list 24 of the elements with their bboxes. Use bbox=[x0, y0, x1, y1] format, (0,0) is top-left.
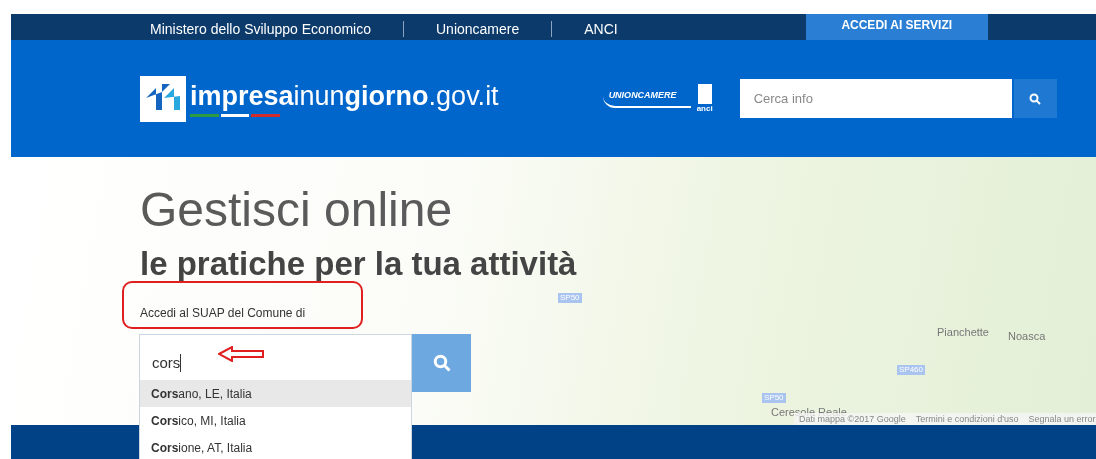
site-logo-text: impresainungiorno.gov.it bbox=[190, 80, 499, 112]
map-road-label: SP50 bbox=[762, 393, 786, 403]
map-road-label: SP50 bbox=[558, 293, 582, 303]
search-icon bbox=[1029, 92, 1042, 105]
map-place-label: Pianchette bbox=[937, 326, 989, 338]
search-icon bbox=[432, 354, 451, 372]
access-services-button[interactable]: ACCEDI AI SERVIZI bbox=[805, 14, 988, 40]
search-button[interactable] bbox=[1013, 79, 1057, 118]
logo-icon bbox=[140, 75, 186, 122]
map-attribution-link[interactable]: Dati mappa ©2017 Google bbox=[794, 413, 911, 425]
top-nav-link[interactable]: Ministero dello Sviluppo Economico bbox=[150, 18, 371, 40]
field-value: cors bbox=[152, 352, 181, 373]
field-label: Accedi al SUAP del Comune di bbox=[140, 305, 307, 322]
arrow-icon bbox=[218, 346, 264, 362]
suggestion-item[interactable]: Corsano, LE, Italia bbox=[140, 380, 411, 407]
hero-subtitle: le pratiche per la tua attività bbox=[140, 244, 578, 284]
map-place-label: Noasca bbox=[1008, 330, 1046, 342]
partner-logo: UNIONCAMERE anci bbox=[602, 84, 713, 113]
municipality-search-button[interactable] bbox=[412, 334, 471, 392]
map-road-label: SP460 bbox=[897, 365, 926, 375]
top-nav-link[interactable]: ANCI bbox=[584, 18, 618, 40]
hero-title: Gestisci online bbox=[140, 182, 454, 238]
search-field[interactable]: Cerca info bbox=[739, 79, 1012, 118]
top-nav-link[interactable]: Unioncamere bbox=[436, 18, 520, 40]
